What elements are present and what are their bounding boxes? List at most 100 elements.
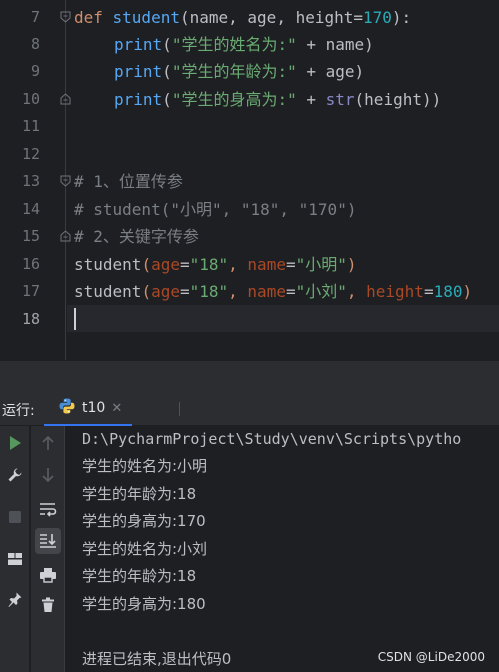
comma: , <box>228 282 248 301</box>
line-number: 15 <box>21 227 40 245</box>
string: "学生的身高为:" <box>171 90 297 109</box>
code-comment[interactable]: # 2、关键字传参 <box>74 223 199 250</box>
console-exit-line: 进程已结束,退出代码0 <box>82 650 232 668</box>
console-line: 学生的姓名为:小刘 <box>82 540 208 558</box>
call-name: print <box>114 90 163 109</box>
number: 180 <box>433 282 463 301</box>
run-tab-t10[interactable]: t10 ✕ <box>44 392 133 426</box>
paren: ) <box>346 255 357 274</box>
pin-icon[interactable] <box>2 586 28 612</box>
line-number: 14 <box>21 200 40 218</box>
code-line-print[interactable]: print("学生的年龄为:" + age) <box>114 58 364 85</box>
fold-close-icon[interactable] <box>60 230 71 242</box>
named-arg: age <box>151 282 180 301</box>
fold-close-icon[interactable] <box>60 93 71 105</box>
code-line-call[interactable]: student(age="18", name="小明") <box>74 251 357 278</box>
layout-icon[interactable] <box>2 546 28 572</box>
named-arg: name <box>247 282 286 301</box>
comma: , <box>228 8 248 27</box>
console-line-path: D:\PycharmProject\Study\venv\Scripts\pyt… <box>82 430 462 448</box>
comma: , <box>346 282 367 301</box>
console-line: 学生的年龄为:18 <box>82 485 197 503</box>
call-name: student <box>74 282 142 301</box>
editor-bottom-band <box>0 360 499 392</box>
param: name <box>189 8 229 27</box>
string: "学生的姓名为:" <box>171 35 297 54</box>
run-panel-title: 运行: <box>2 403 35 419</box>
builtin: str <box>325 90 355 109</box>
line-number: 11 <box>21 117 40 135</box>
operator: + <box>296 35 326 54</box>
run-icon[interactable] <box>2 430 28 456</box>
variable: height <box>364 90 422 109</box>
arrow-down-icon[interactable] <box>35 462 61 488</box>
number: 170 <box>363 8 392 27</box>
run-panel-body: D:\PycharmProject\Study\venv\Scripts\pyt… <box>0 426 499 672</box>
operator: + <box>296 90 326 109</box>
run-left-toolbar <box>0 426 30 672</box>
variable: name <box>325 35 365 54</box>
param: age <box>247 8 277 27</box>
trash-icon[interactable] <box>35 592 61 618</box>
code-comment[interactable]: # student("小明", "18", "170") <box>74 196 356 223</box>
paren: ( <box>354 90 365 109</box>
paren: ( <box>179 8 190 27</box>
paren: ( <box>162 35 172 54</box>
run-tab-label: t10 <box>82 400 106 416</box>
code-line-print[interactable]: print("学生的身高为:" + str(height)) <box>114 86 441 113</box>
fold-open-icon[interactable] <box>60 175 71 187</box>
paren: ( <box>141 282 152 301</box>
console-line: 学生的姓名为:小明 <box>82 457 208 475</box>
line-number-current: 18 <box>21 310 40 328</box>
paren: )) <box>421 90 442 109</box>
line-number: 16 <box>21 255 40 273</box>
named-arg: height <box>366 282 424 301</box>
string: "18" <box>189 282 229 301</box>
equals: = <box>423 282 434 301</box>
soft-wrap-icon[interactable] <box>35 496 61 522</box>
string: "学生的年龄为:" <box>171 62 297 81</box>
code-editor[interactable]: 7 8 9 10 11 12 13 14 15 16 17 18 def stu… <box>0 0 499 360</box>
line-number: 7 <box>30 8 40 26</box>
code-line-def[interactable]: def student(name, age, height=170): <box>74 4 411 31</box>
console-line: 学生的身高为:180 <box>82 595 206 613</box>
function-name: student <box>112 8 180 27</box>
tab-divider <box>179 402 180 416</box>
console-line: 学生的身高为:170 <box>82 512 206 530</box>
line-number-gutter: 7 8 9 10 11 12 13 14 15 16 17 18 <box>0 0 71 360</box>
string: "18" <box>189 255 229 274</box>
run-right-toolbar <box>31 426 65 672</box>
line-number: 9 <box>30 62 40 80</box>
code-comment[interactable]: # 1、位置传参 <box>74 168 183 195</box>
paren: ) <box>364 35 374 54</box>
call-name: student <box>74 255 142 274</box>
paren: ( <box>141 255 152 274</box>
print-icon[interactable] <box>35 562 61 588</box>
python-icon <box>58 397 76 419</box>
line-number: 17 <box>21 282 40 300</box>
keyword: def <box>74 8 113 27</box>
equals: = <box>285 282 296 301</box>
arrow-up-icon[interactable] <box>35 430 61 456</box>
wrench-icon[interactable] <box>2 462 28 488</box>
comma: , <box>228 255 248 274</box>
close-icon[interactable]: ✕ <box>111 401 122 416</box>
paren: ( <box>162 62 172 81</box>
code-line-print[interactable]: print("学生的姓名为:" + name) <box>114 31 374 58</box>
line-number: 8 <box>30 35 40 53</box>
stop-icon[interactable] <box>2 504 28 530</box>
fold-open-icon[interactable] <box>60 11 71 23</box>
watermark-text: CSDN @LiDe2000 <box>377 650 485 664</box>
console-output[interactable]: D:\PycharmProject\Study\venv\Scripts\pyt… <box>82 426 499 672</box>
line-number: 10 <box>21 90 40 108</box>
paren: ) <box>354 62 365 81</box>
call-name: print <box>114 35 163 54</box>
comma: , <box>276 8 296 27</box>
line-number: 12 <box>21 145 40 163</box>
string: "小刘" <box>295 282 347 301</box>
console-line: 学生的年龄为:18 <box>82 567 197 585</box>
equals: = <box>285 255 296 274</box>
code-line-call[interactable]: student(age="18", name="小刘", height=180) <box>74 278 472 305</box>
scroll-to-end-icon[interactable] <box>35 528 61 554</box>
equals: = <box>179 255 190 274</box>
